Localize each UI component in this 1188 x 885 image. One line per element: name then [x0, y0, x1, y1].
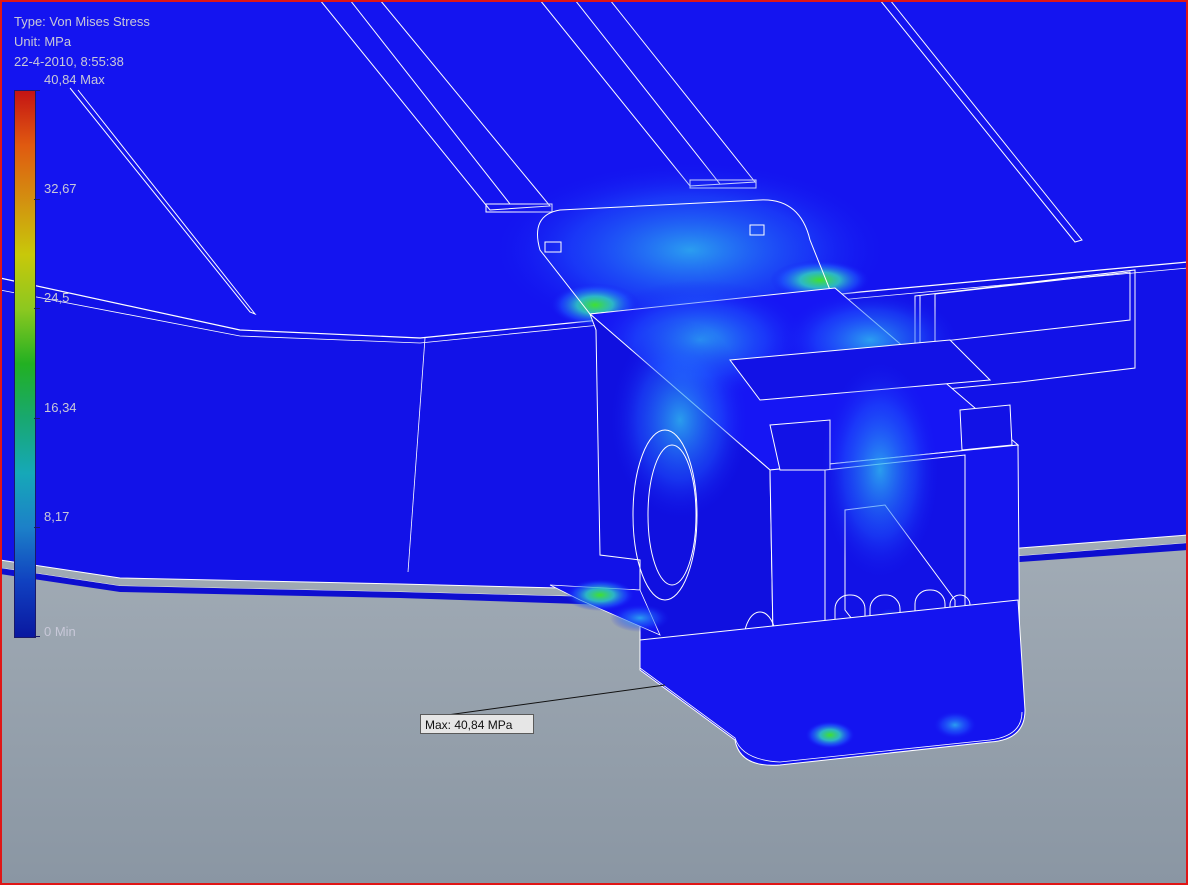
scale-min-label: 0 Min [44, 624, 76, 639]
probe-leader [439, 684, 666, 717]
scale-tick-label: 24,5 [44, 290, 70, 305]
scale-tick [34, 90, 40, 91]
max-probe-label[interactable]: Max: 40,84 MPa [420, 714, 534, 734]
graphics-viewport[interactable]: Type: Von Mises Stress Unit: MPa 22-4-20… [0, 0, 1188, 885]
fea-model-render[interactable] [0, 0, 1188, 885]
scale-tick [34, 527, 40, 528]
result-type-label: Type: Von Mises Stress [14, 14, 150, 29]
scale-tick-label: 16,34 [44, 400, 77, 415]
scale-tick [34, 199, 40, 200]
scale-tick [34, 308, 40, 309]
scale-tick [34, 418, 40, 419]
color-scale-bar [14, 90, 36, 638]
scale-tick-label: 8,17 [44, 509, 70, 524]
scale-max-label: 40,84 Max [44, 72, 105, 87]
result-unit-label: Unit: MPa [14, 34, 72, 49]
scale-tick-label: 32,67 [44, 181, 77, 196]
scale-tick [34, 636, 40, 637]
result-timestamp: 22-4-2010, 8:55:38 [14, 54, 124, 69]
